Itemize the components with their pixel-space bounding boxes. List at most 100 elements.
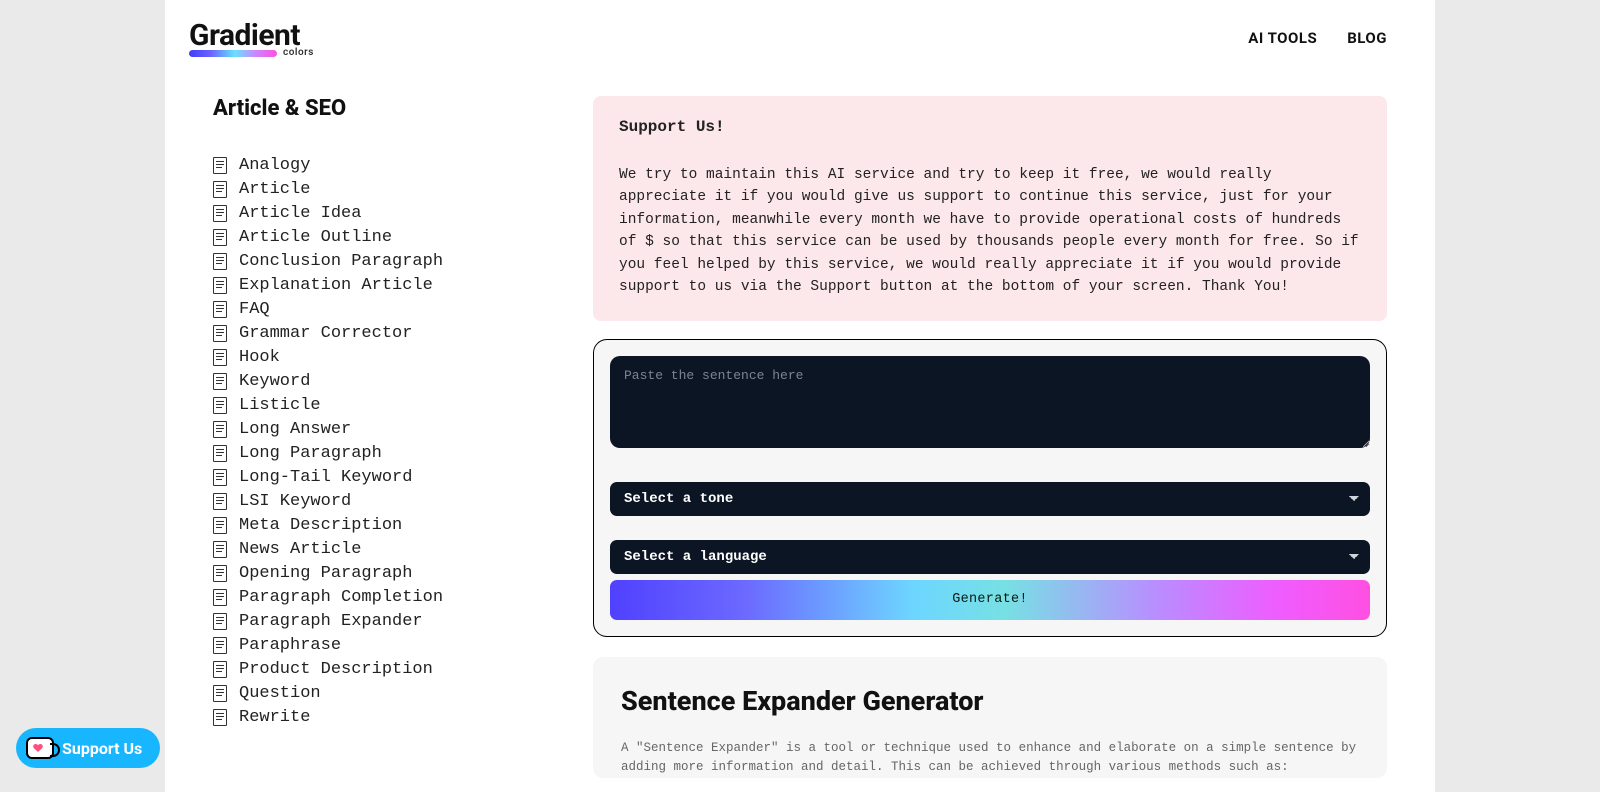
sidebar-item[interactable]: Paraphrase — [213, 633, 553, 657]
document-icon — [213, 205, 227, 222]
sidebar-item[interactable]: News Article — [213, 537, 553, 561]
support-box: Support Us! We try to maintain this AI s… — [593, 96, 1387, 321]
sidebar-item-label: Question — [239, 684, 321, 703]
sidebar-item[interactable]: Article Idea — [213, 201, 553, 225]
document-icon — [213, 661, 227, 678]
document-icon — [213, 541, 227, 558]
gradient-bar-icon — [189, 50, 277, 57]
article-body: A "Sentence Expander" is a tool or techn… — [621, 739, 1359, 778]
sidebar-item[interactable]: Rewrite — [213, 705, 553, 729]
sidebar-item-label: Analogy — [239, 156, 310, 175]
support-title: Support Us! — [619, 118, 1361, 136]
sidebar-item[interactable]: Conclusion Paragraph — [213, 249, 553, 273]
sidebar-item-label: Grammar Corrector — [239, 324, 412, 343]
sidebar-item[interactable]: LSI Keyword — [213, 489, 553, 513]
sidebar: Article & SEO Analogy Article Article Idea… — [213, 96, 553, 778]
document-icon — [213, 517, 227, 534]
sentence-input[interactable] — [610, 356, 1370, 448]
document-icon — [213, 685, 227, 702]
document-icon — [213, 565, 227, 582]
document-icon — [213, 637, 227, 654]
sidebar-item[interactable]: Paragraph Completion — [213, 585, 553, 609]
logo-subtext: colors — [283, 47, 314, 58]
document-icon — [213, 253, 227, 270]
sidebar-item[interactable]: Opening Paragraph — [213, 561, 553, 585]
nav-link-ai-tools[interactable]: AI TOOLS — [1248, 29, 1317, 47]
sidebar-item-label: FAQ — [239, 300, 270, 319]
document-icon — [213, 229, 227, 246]
sidebar-item-label: Long Paragraph — [239, 444, 382, 463]
sidebar-item[interactable]: Long Paragraph — [213, 441, 553, 465]
document-icon — [213, 373, 227, 390]
document-icon — [213, 469, 227, 486]
tone-select[interactable]: Select a tone — [610, 482, 1370, 516]
sidebar-list: Analogy Article Article Idea Article Outlin… — [213, 153, 553, 729]
sidebar-item-label: Article — [239, 180, 310, 199]
top-nav: AI TOOLS BLOG — [1248, 29, 1387, 47]
sidebar-item[interactable]: Product Description — [213, 657, 553, 681]
document-icon — [213, 181, 227, 198]
site-header: Gradient colors AI TOOLS BLOG — [165, 0, 1435, 58]
document-icon — [213, 397, 227, 414]
sidebar-item[interactable]: Listicle — [213, 393, 553, 417]
sidebar-item[interactable]: Article Outline — [213, 225, 553, 249]
page-container: Gradient colors AI TOOLS BLOG Article & … — [165, 0, 1435, 792]
sidebar-item-label: Opening Paragraph — [239, 564, 412, 583]
sidebar-item-label: Article Idea — [239, 204, 361, 223]
document-icon — [213, 301, 227, 318]
document-icon — [213, 277, 227, 294]
sidebar-item-label: Long Answer — [239, 420, 351, 439]
support-body: We try to maintain this AI service and t… — [619, 164, 1361, 299]
sidebar-item-label: LSI Keyword — [239, 492, 351, 511]
sidebar-item-label: Keyword — [239, 372, 310, 391]
sidebar-item[interactable]: Article — [213, 177, 553, 201]
sidebar-item-label: Paraphrase — [239, 636, 341, 655]
document-icon — [213, 613, 227, 630]
sidebar-item-label: Listicle — [239, 396, 321, 415]
sidebar-item[interactable]: Paragraph Expander — [213, 609, 553, 633]
sidebar-item-label: Explanation Article — [239, 276, 433, 295]
sidebar-item-label: Rewrite — [239, 708, 310, 727]
article-section: Sentence Expander Generator A "Sentence … — [593, 657, 1387, 778]
sidebar-item-label: Article Outline — [239, 228, 392, 247]
sidebar-item-label: Product Description — [239, 660, 433, 679]
sidebar-item[interactable]: Long-Tail Keyword — [213, 465, 553, 489]
document-icon — [213, 445, 227, 462]
document-icon — [213, 349, 227, 366]
article-title: Sentence Expander Generator — [621, 685, 1359, 717]
sidebar-item[interactable]: Analogy — [213, 153, 553, 177]
sidebar-item[interactable]: FAQ — [213, 297, 553, 321]
sidebar-item[interactable]: Question — [213, 681, 553, 705]
sidebar-item-label: Long-Tail Keyword — [239, 468, 412, 487]
sidebar-item-label: Hook — [239, 348, 280, 367]
sidebar-item-label: Meta Description — [239, 516, 402, 535]
sidebar-item[interactable]: Explanation Article — [213, 273, 553, 297]
sidebar-item[interactable]: Keyword — [213, 369, 553, 393]
main-column: Support Us! We try to maintain this AI s… — [593, 96, 1387, 778]
generate-button[interactable]: Generate! — [610, 580, 1370, 620]
sidebar-item[interactable]: Meta Description — [213, 513, 553, 537]
document-icon — [213, 589, 227, 606]
document-icon — [213, 709, 227, 726]
language-select[interactable]: Select a language — [610, 540, 1370, 574]
coffee-heart-icon — [26, 737, 54, 759]
sidebar-item[interactable]: Hook — [213, 345, 553, 369]
document-icon — [213, 421, 227, 438]
sidebar-item-label: Paragraph Completion — [239, 588, 443, 607]
sidebar-item-label: Conclusion Paragraph — [239, 252, 443, 271]
nav-link-blog[interactable]: BLOG — [1347, 29, 1387, 47]
support-pill-label: Support Us — [62, 739, 142, 758]
sidebar-item-label: News Article — [239, 540, 361, 559]
document-icon — [213, 157, 227, 174]
document-icon — [213, 325, 227, 342]
support-us-button[interactable]: Support Us — [16, 728, 160, 768]
sidebar-item-label: Paragraph Expander — [239, 612, 423, 631]
sidebar-heading: Article & SEO — [213, 96, 553, 121]
document-icon — [213, 493, 227, 510]
sidebar-item[interactable]: Grammar Corrector — [213, 321, 553, 345]
content: Article & SEO Analogy Article Article Idea… — [165, 58, 1435, 778]
logo-sub: colors — [189, 49, 314, 58]
site-logo[interactable]: Gradient colors — [189, 18, 314, 58]
tool-card: Select a tone Select a language Generate… — [593, 339, 1387, 637]
sidebar-item[interactable]: Long Answer — [213, 417, 553, 441]
